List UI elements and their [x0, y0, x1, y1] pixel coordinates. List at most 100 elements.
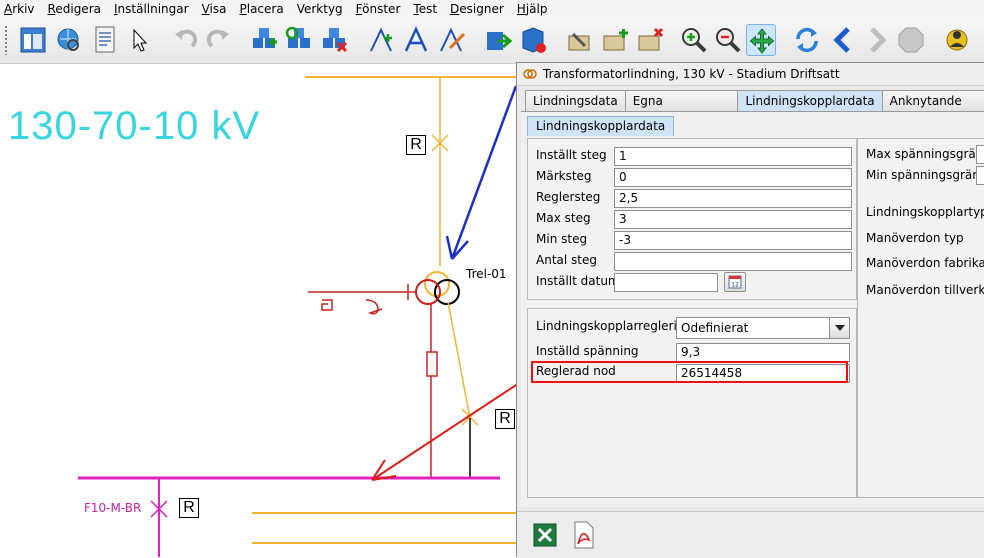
installt-datum-field[interactable] — [614, 273, 718, 292]
date-picker-button[interactable]: 12 — [724, 272, 746, 292]
edit-line-icon[interactable] — [436, 24, 466, 56]
refresh-icon[interactable] — [792, 24, 822, 56]
min-steg-field[interactable]: -3 — [614, 231, 852, 250]
add-objects-icon[interactable] — [249, 24, 279, 56]
reglersteg-field[interactable]: 2,5 — [614, 189, 852, 208]
menu-visa-key: V — [201, 1, 210, 16]
tool-delete-icon[interactable] — [635, 24, 665, 56]
min-spanningsgrans-field[interactable] — [976, 166, 984, 185]
tab-anknytande-data[interactable]: Anknytande data — [881, 90, 984, 128]
reglerad-nod-label: Reglerad nod — [536, 364, 616, 378]
reglering-select[interactable]: Odefinierat — [676, 317, 850, 339]
menu-installningar[interactable]: Inställningar — [114, 2, 189, 16]
tab-panel: Lindningskopplardata Inställt steg 1 Mär… — [521, 111, 984, 507]
max-steg-field[interactable]: 3 — [614, 210, 852, 229]
subtab-lindningskopplardata[interactable]: Lindningskopplardata — [527, 116, 675, 136]
pan-icon[interactable] — [746, 24, 776, 56]
window-layout-icon[interactable] — [18, 24, 48, 56]
delete-objects-icon[interactable] — [319, 24, 349, 56]
zoom-out-icon[interactable] — [712, 24, 742, 56]
manoverdon-tillverkning-label: Manöverdon tillverkni — [866, 283, 984, 297]
menu-redigera[interactable]: Redigera — [48, 2, 101, 16]
back-icon[interactable] — [828, 24, 858, 56]
draw-text-icon[interactable] — [401, 24, 431, 56]
reglerad-nod-field[interactable]: 26514458 — [676, 364, 850, 383]
globe-search-icon[interactable] — [54, 24, 84, 56]
relay-marker[interactable]: R — [179, 498, 199, 518]
toolbar — [0, 17, 984, 64]
menu-visa-label: isa — [209, 1, 227, 16]
marksteg-label: Märksteg — [536, 169, 592, 183]
draw-line-icon[interactable] — [366, 24, 396, 56]
menu-placera-label: lacera — [246, 1, 284, 16]
feeder-label[interactable]: F10-M-BR — [84, 501, 141, 515]
redo-icon[interactable] — [204, 24, 234, 56]
pdf-icon — [574, 521, 594, 549]
svg-text:12: 12 — [731, 282, 739, 289]
relay-marker[interactable]: R — [406, 135, 426, 155]
menu-visa[interactable]: Visa — [202, 2, 227, 16]
reglering-value: Odefinierat — [681, 321, 749, 335]
menu-designer[interactable]: Designer — [450, 2, 504, 16]
installd-spanning-label: Inställd spänning — [536, 344, 639, 358]
menu-hjalp-key: H — [516, 1, 526, 16]
tab-egna-lindningsdata[interactable]: Egna lindningsdata — [624, 90, 739, 128]
transformer-label[interactable]: Trel-01 — [466, 267, 507, 281]
feed-10-fuse-icon[interactable] — [426, 351, 438, 377]
menu-test[interactable]: Test — [413, 2, 437, 16]
menu-arkiv[interactable]: Arkiv — [4, 2, 35, 16]
menu-placera[interactable]: Placera — [239, 2, 283, 16]
menu-arkiv-key: A — [4, 1, 13, 16]
menu-fonster-label: önster — [362, 1, 401, 16]
max-spanningsgrans-label: Max spänningsgräns — [866, 147, 984, 161]
max-steg-label: Max steg — [536, 211, 591, 225]
menu-hjalp-label: jälp — [525, 1, 548, 16]
antal-steg-field[interactable] — [614, 252, 852, 271]
menu-redigera-label: edigera — [55, 1, 101, 16]
reglering-dropdown-button[interactable] — [829, 318, 849, 338]
undo-icon[interactable] — [170, 24, 200, 56]
limits-group: Max spänningsgräns Min spänningsgräns Li… — [857, 138, 984, 498]
shield-cube-icon[interactable] — [518, 24, 548, 56]
select-pointer-icon[interactable] — [124, 24, 154, 56]
dialog-bottom-bar — [517, 511, 984, 558]
tool-add-icon[interactable] — [600, 24, 630, 56]
coil-symbol-icon — [365, 299, 383, 315]
installd-spanning-field[interactable]: 9,3 — [676, 343, 850, 362]
forward-icon[interactable] — [862, 24, 892, 56]
lindningskopplartyp-label: Lindningskopplartyp — [866, 205, 984, 219]
menu-verktyg[interactable]: Verktyg — [297, 2, 343, 16]
zoom-in-icon[interactable] — [678, 24, 708, 56]
tab-lindningsdata[interactable]: Lindningsdata — [525, 90, 626, 111]
tab-lindningskopplardata[interactable]: Lindningskopplardata — [737, 90, 883, 112]
menu-hjalp[interactable]: Hjälp — [517, 2, 548, 16]
toolbar-grip[interactable] — [4, 25, 8, 55]
ground-symbol-icon — [321, 299, 333, 311]
dialog-tabs: Lindningsdata Egna lindningsdata Lindnin… — [525, 90, 984, 128]
max-spanningsgrans-field[interactable] — [976, 145, 984, 164]
feed-70-line[interactable] — [447, 301, 471, 419]
export-excel-button[interactable] — [531, 520, 559, 550]
menu-designer-label: esigner — [459, 1, 504, 16]
user-settings-icon[interactable] — [942, 24, 972, 56]
installt-steg-field[interactable]: 1 — [614, 147, 852, 166]
menu-fonster[interactable]: Fönster — [356, 2, 401, 16]
relay-marker[interactable]: R — [495, 409, 515, 429]
document-icon[interactable] — [90, 24, 120, 56]
marksteg-field[interactable]: 0 — [614, 168, 852, 187]
menu-test-label: est — [418, 1, 438, 16]
dialog-titlebar[interactable]: Transformatorlindning, 130 kV - Stadium … — [517, 63, 984, 86]
voltage-level-label: 130-70-10 kV — [8, 104, 261, 148]
export-pdf-button[interactable] — [569, 520, 597, 550]
update-objects-icon[interactable] — [284, 24, 314, 56]
menu-installningar-label: nställningar — [117, 1, 189, 16]
tool-wrench-icon[interactable] — [565, 24, 595, 56]
menu-designer-key: D — [450, 1, 460, 16]
export-icon[interactable] — [483, 24, 513, 56]
excel-icon — [533, 523, 557, 547]
antal-steg-label: Antal steg — [536, 253, 597, 267]
stop-icon[interactable] — [896, 24, 926, 56]
reglering-label: Lindningskopplarreglering — [536, 319, 693, 333]
blue-annotation-arrow — [450, 85, 518, 260]
transformer-icon — [523, 69, 537, 79]
